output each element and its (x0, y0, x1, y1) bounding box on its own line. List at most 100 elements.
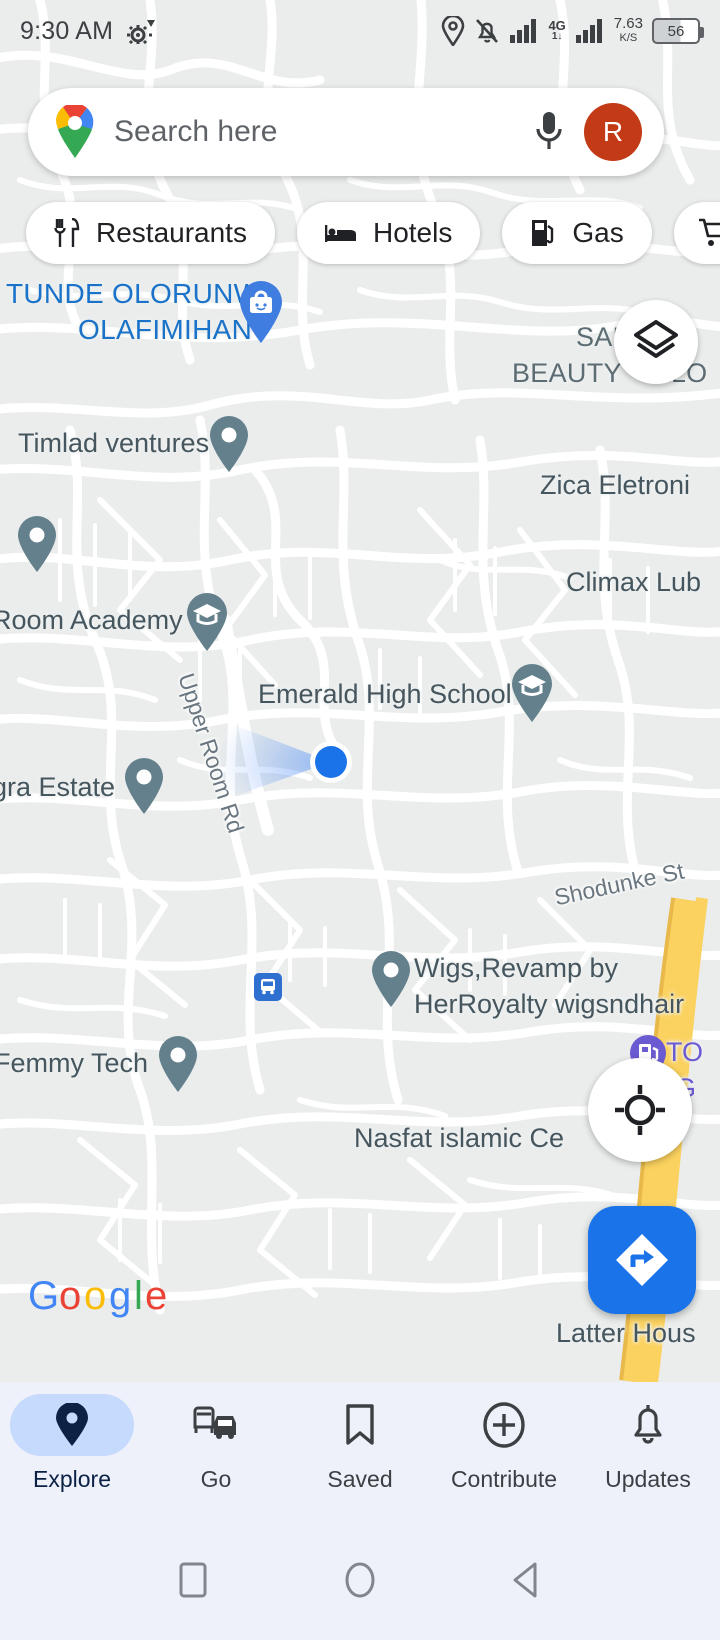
svg-text:G: G (28, 1274, 59, 1318)
chip-hotels[interactable]: Hotels (296, 202, 481, 264)
layers-button[interactable] (614, 300, 698, 384)
recents-button[interactable] (148, 1545, 238, 1615)
bookmark-icon (346, 1404, 374, 1445)
avatar[interactable]: R (584, 103, 642, 161)
triangle-back-icon (513, 1562, 537, 1598)
network-speed-unit: K/S (619, 32, 638, 44)
square-recents-icon (179, 1562, 207, 1598)
status-time: 9:30 AM (20, 16, 114, 45)
label-tunde-olorunwa-line2: OLAFIMIHAN (78, 314, 253, 345)
signal-bars-2-icon (575, 19, 602, 43)
network-speed-value: 7.63 (613, 15, 643, 32)
chip-restaurants[interactable]: Restaurants (26, 202, 275, 264)
svg-text:o: o (84, 1274, 106, 1318)
svg-text:e: e (145, 1274, 167, 1318)
svg-text:g: g (109, 1274, 131, 1318)
wigs-revamp-pin[interactable] (370, 950, 412, 1013)
plus-circle-icon (483, 1402, 525, 1448)
google-maps-pin-logo (56, 105, 94, 158)
chip-shopping[interactable] (673, 202, 720, 264)
svg-text:o: o (59, 1274, 81, 1318)
dot-pin-icon (210, 416, 248, 472)
nav-pill-contribute (442, 1394, 566, 1456)
nav-item-go[interactable]: Go (144, 1394, 288, 1493)
shopping-bag-pin-icon (240, 281, 282, 343)
google-logo-icon: G o o g l e (28, 1274, 167, 1318)
label-wigs-revamp-line1: Wigs,Revamp by (414, 953, 619, 983)
layers-icon (634, 320, 678, 358)
bell-icon (634, 1405, 662, 1444)
map-pin-icon (56, 1403, 88, 1446)
school-pin-icon (512, 664, 552, 722)
bus-stop-pin[interactable] (254, 973, 282, 1006)
battery-icon: 56 (652, 18, 704, 44)
nav-pill-updates (586, 1394, 710, 1456)
nav-pill-explore (10, 1394, 134, 1456)
directions-arrow-icon (616, 1234, 668, 1286)
label-nasfat-islamic-centre: Nasfat islamic Ce (354, 1123, 565, 1153)
signal-bars-icon (510, 19, 537, 43)
location-icon (442, 16, 465, 46)
label-agra-estate: gra Estate (0, 772, 116, 802)
room-academy-pin[interactable] (185, 592, 229, 657)
category-chips[interactable]: Restaurants Hotels Gas (0, 200, 720, 266)
network-speed: 7.63 K/S (613, 15, 643, 45)
nav-label-updates: Updates (605, 1466, 691, 1492)
hotel-bed-icon (324, 225, 356, 242)
label-zica-eletronics: Zica Eletroni (540, 470, 691, 500)
left-edge-pin[interactable] (16, 515, 58, 578)
nav-item-contribute[interactable]: Contribute (432, 1394, 576, 1493)
label-latter-house: Latter Hous (556, 1318, 696, 1348)
recenter-crosshair-icon (615, 1085, 665, 1135)
nav-pill-saved (298, 1394, 422, 1456)
label-room-academy: Room Academy (0, 605, 183, 635)
commute-icon (193, 1406, 236, 1439)
directions-button[interactable] (588, 1206, 696, 1314)
status-bar-right: 4G 1↓ 7.63 K/S 56 (441, 15, 704, 46)
dot-pin-icon (18, 516, 56, 572)
back-button[interactable] (482, 1545, 572, 1615)
chip-gas-label: Gas (572, 217, 624, 248)
femmy-tech-pin[interactable] (157, 1035, 199, 1098)
status-bar: 9:30 AM 4G 1↓ 7.63 K/S 56 (0, 0, 720, 62)
bell-muted-icon (476, 19, 499, 43)
label-total-gas-line1: TO (666, 1037, 704, 1067)
bus-stop-icon (254, 973, 282, 1001)
current-location-marker[interactable] (200, 700, 380, 835)
battery-level: 56 (667, 22, 685, 40)
nav-item-updates[interactable]: Updates (576, 1394, 720, 1493)
nav-label-go: Go (200, 1466, 232, 1492)
chip-gas[interactable]: Gas (502, 202, 652, 264)
dot-pin-icon (372, 951, 410, 1007)
nav-item-explore[interactable]: Explore (0, 1394, 144, 1493)
home-button[interactable] (315, 1545, 405, 1615)
nav-label-saved: Saved (327, 1466, 393, 1492)
microphone-icon[interactable] (532, 109, 566, 155)
agra-estate-pin[interactable] (123, 757, 165, 820)
restaurant-icon (54, 218, 80, 247)
label-wigs-revamp-line2: HerRoyalty wigsndhair (414, 989, 685, 1019)
nav-pill-go (154, 1394, 278, 1456)
timlad-ventures-pin[interactable] (208, 415, 250, 478)
nav-item-saved[interactable]: Saved (288, 1394, 432, 1493)
emerald-high-school-pin[interactable] (510, 663, 554, 728)
chip-hotels-label: Hotels (372, 217, 453, 248)
google-watermark: G o o g l e (28, 1273, 168, 1324)
gas-pump-icon (532, 220, 554, 246)
system-navigation-bar[interactable] (0, 1520, 720, 1640)
bottom-navigation[interactable]: Explore Go Saved Contribute Updates (0, 1382, 720, 1520)
tunde-olorunwa-pin[interactable] (238, 280, 284, 349)
nav-label-explore: Explore (33, 1466, 111, 1492)
recenter-button[interactable] (588, 1058, 692, 1162)
network-type: 4G 1↓ (548, 19, 565, 42)
chip-restaurants-label: Restaurants (96, 217, 247, 248)
search-bar[interactable]: Search here R (28, 88, 664, 176)
dot-pin-icon (159, 1036, 197, 1092)
status-bar-left: 9:30 AM (20, 17, 157, 46)
search-input[interactable]: Search here (114, 115, 514, 149)
google-maps-screen: TUNDE OLORUNWA OLAFIMIHAN SALON BEAUTY A… (0, 0, 720, 1640)
label-climax-lub: Climax Lub (566, 567, 702, 597)
circle-home-icon (345, 1562, 375, 1598)
label-femmy-tech: Femmy Tech (0, 1048, 149, 1078)
dot-pin-icon (125, 758, 163, 814)
